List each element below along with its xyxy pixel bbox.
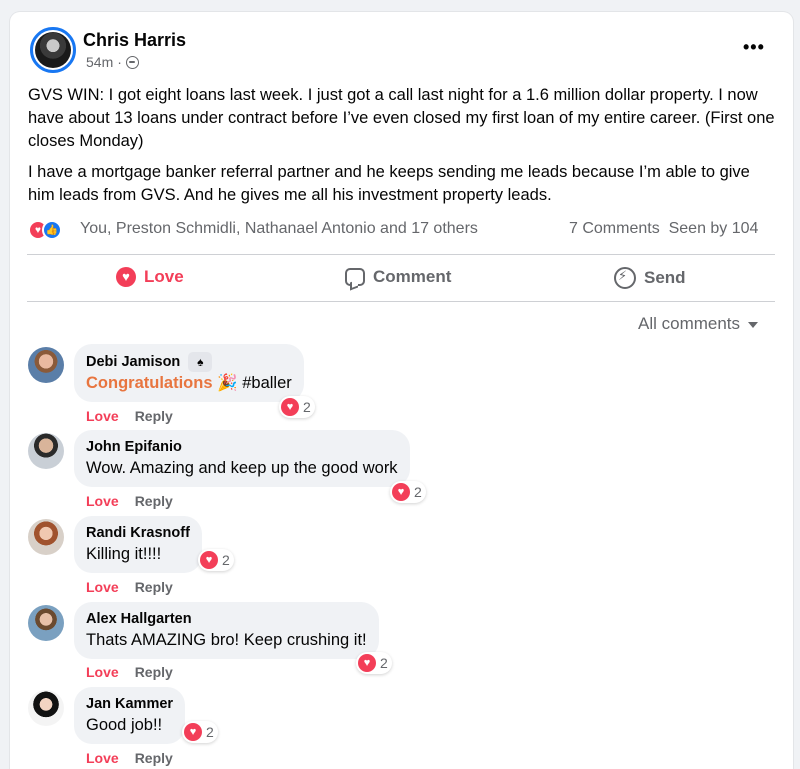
comment-highlight-text: Congratulations [86, 374, 213, 392]
reaction-count: 2 [380, 655, 388, 671]
reaction-count: 2 [222, 552, 230, 568]
comment-bubble: Alex Hallgarten Thats AMAZING bro! Keep … [74, 602, 379, 659]
post-meta: 54m · [86, 54, 139, 70]
seen-by-count[interactable]: Seen by 104 [669, 220, 759, 237]
comment-text: Thats AMAZING bro! Keep crushing it! [86, 631, 367, 649]
comment-actions: Love Reply [86, 493, 173, 509]
comment-love-link[interactable]: Love [86, 750, 119, 766]
heart-icon [358, 654, 376, 672]
comment-text: Killing it!!!! [86, 545, 162, 563]
commenter-avatar[interactable] [28, 347, 64, 383]
commenter-avatar[interactable] [28, 690, 64, 726]
heart-icon [392, 483, 410, 501]
comment-text: Good job!! [86, 716, 163, 734]
comment-actions: Love Reply [86, 664, 173, 680]
comment-bubble: Randi Krasnoff Killing it!!!! [74, 516, 202, 573]
audience-icon[interactable] [125, 55, 139, 69]
comments-count[interactable]: 7 Comments [569, 220, 660, 237]
reaction-count: 2 [206, 724, 214, 740]
post-card: Chris Harris 54m · ••• GVS WIN: I got ei… [10, 12, 793, 769]
comment-reaction-count[interactable]: 2 [182, 721, 218, 743]
comment-love-link[interactable]: Love [86, 493, 119, 509]
comment-actions: Love Reply [86, 750, 173, 766]
chevron-down-icon [748, 322, 759, 328]
divider [27, 254, 775, 255]
comment-bubble: Jan Kammer Good job!! [74, 687, 186, 744]
comment-bubble: Debi Jamison ♠ Congratulations 🎉 #baller [74, 344, 304, 402]
post-time[interactable]: 54m [86, 54, 113, 70]
comment-text-rest: #baller [237, 374, 292, 392]
comment-reply-link[interactable]: Reply [135, 408, 173, 424]
author-name[interactable]: Chris Harris [83, 30, 186, 51]
comment-reply-link[interactable]: Reply [135, 664, 173, 680]
like-reaction-icon: 👍 [42, 220, 62, 240]
comment-bubble-icon [345, 268, 365, 286]
reactors-summary[interactable]: You, Preston Schmidli, Nathanael Antonio… [80, 220, 478, 238]
commenter-avatar[interactable] [28, 519, 64, 555]
commenter-name[interactable]: John Epifanio [86, 438, 182, 457]
heart-icon [200, 551, 218, 569]
send-button-label: Send [644, 268, 686, 287]
meta-separator: · [117, 54, 122, 70]
comment-love-link[interactable]: Love [86, 579, 119, 595]
comment-button-label: Comment [373, 267, 452, 286]
member-badge-icon[interactable]: ♠ [188, 352, 213, 372]
comment-filter-dropdown[interactable]: All comments [638, 314, 759, 334]
heart-icon [184, 723, 202, 741]
send-button[interactable]: Send [614, 267, 686, 289]
author-avatar[interactable] [30, 27, 76, 73]
comment-reaction-count[interactable]: 2 [198, 549, 234, 571]
comment-button[interactable]: Comment [345, 267, 451, 287]
reaction-icons[interactable]: ♥ 👍 [28, 220, 62, 240]
comment-reaction-count[interactable]: 2 [390, 481, 426, 503]
post-paragraph-1: GVS WIN: I got eight loans last week. I … [28, 86, 775, 150]
love-button[interactable]: Love [116, 267, 184, 287]
comment-love-link[interactable]: Love [86, 408, 119, 424]
comment-love-link[interactable]: Love [86, 664, 119, 680]
comment-reaction-count[interactable]: 2 [356, 652, 392, 674]
comment-bubble: John Epifanio Wow. Amazing and keep up t… [74, 430, 410, 487]
divider [27, 301, 775, 302]
comment-reply-link[interactable]: Reply [135, 579, 173, 595]
party-popper-emoji: 🎉 [217, 374, 238, 392]
comment-reaction-count[interactable]: 2 [279, 396, 315, 418]
comment-filter-label: All comments [638, 314, 741, 333]
heart-icon [116, 267, 136, 287]
love-button-label: Love [144, 267, 184, 286]
commenter-name[interactable]: Randi Krasnoff [86, 524, 190, 543]
heart-icon [281, 398, 299, 416]
comment-text: Wow. Amazing and keep up the good work [86, 459, 398, 477]
comment-reply-link[interactable]: Reply [135, 750, 173, 766]
commenter-avatar[interactable] [28, 433, 64, 469]
commenter-name[interactable]: Debi Jamison [86, 353, 180, 372]
commenter-avatar[interactable] [28, 605, 64, 641]
comment-actions: Love Reply [86, 579, 173, 595]
reaction-count: 2 [414, 484, 422, 500]
post-counts: 7 Comments Seen by 104 [569, 220, 758, 238]
comment-reply-link[interactable]: Reply [135, 493, 173, 509]
commenter-name[interactable]: Jan Kammer [86, 695, 173, 714]
post-paragraph-2: I have a mortgage banker referral partne… [28, 163, 750, 204]
comment-text: Congratulations 🎉 #baller [86, 372, 292, 394]
more-options-icon[interactable]: ••• [743, 37, 765, 58]
comment-actions: Love Reply [86, 408, 173, 424]
commenter-name[interactable]: Alex Hallgarten [86, 610, 192, 629]
reaction-count: 2 [303, 399, 311, 415]
messenger-icon [614, 267, 636, 289]
